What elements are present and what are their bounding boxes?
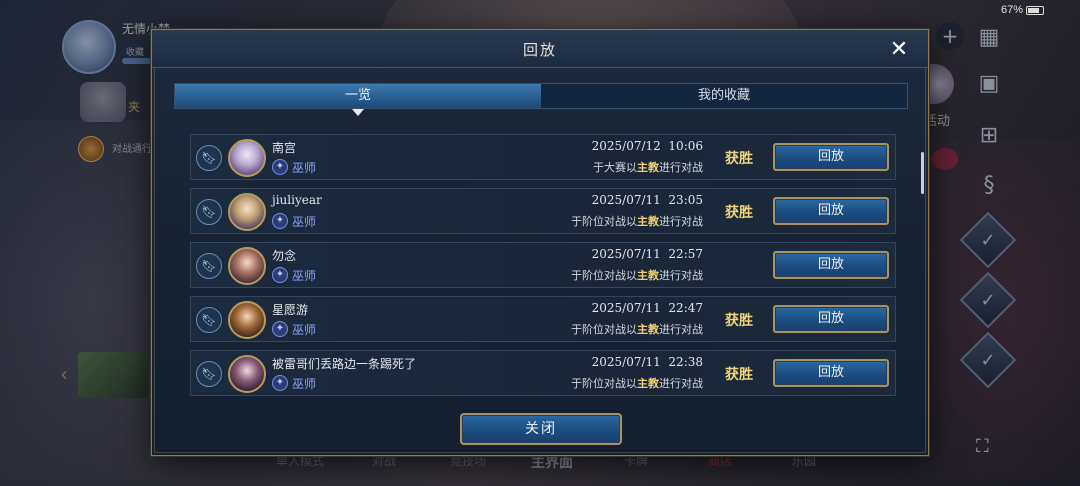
tab-pointer-icon [352,109,364,116]
replay-list[interactable]: 🔖︎ 南宫 ✦ 巫师 2025/07/12 10:06 于大赛以主教进行对战 获… [190,134,896,396]
dialog-header: 回放 ✕ [152,30,928,68]
close-button[interactable]: 关闭 [460,413,622,445]
tab-label: 我的收藏 [697,88,750,103]
replay-time: 2025/07/11 22:47 [591,301,703,315]
battery-icon [1026,5,1044,15]
class-name: 巫师 [292,215,317,229]
replay-button[interactable]: 回放 [773,143,889,171]
replay-button[interactable]: 回放 [773,197,889,225]
opponent-name: jiuliyear [272,193,322,207]
replay-row: 🔖︎ 勿念 ✦ 巫师 2025/07/11 22:57 于阶位对战以主教进行对战… [190,242,896,288]
wizard-class-icon: ✦ [272,213,288,229]
close-icon[interactable]: ✕ [886,37,912,63]
replay-row: 🔖︎ 被雷哥们丢路边一条踢死了 ✦ 巫师 2025/07/11 22:38 于阶… [190,350,896,396]
opponent-name: 勿念 [272,249,297,263]
bookmark-icon[interactable]: 🔖︎ [196,253,222,279]
replay-description: 于阶位对战以主教进行对战 [571,323,703,336]
replay-row: 🔖︎ 星愿游 ✦ 巫师 2025/07/11 22:47 于阶位对战以主教进行对… [190,296,896,342]
replay-button[interactable]: 回放 [773,251,889,279]
replay-button[interactable]: 回放 [773,359,889,387]
class-name: 巫师 [292,323,317,337]
result-label: 获胜 [725,151,753,167]
wizard-class-icon: ✦ [272,321,288,337]
bookmark-icon[interactable]: 🔖︎ [196,199,222,225]
replay-row: 🔖︎ 南宫 ✦ 巫师 2025/07/12 10:06 于大赛以主教进行对战 获… [190,134,896,180]
replay-description: 于阶位对战以主教进行对战 [571,215,703,228]
wizard-class-icon: ✦ [272,267,288,283]
replay-description: 于大赛以主教进行对战 [593,161,703,174]
result-label: 获胜 [725,367,753,383]
tab-overview[interactable]: 一览 [175,84,541,116]
result-label: 获胜 [725,313,753,329]
replay-time: 2025/07/11 22:57 [591,247,703,261]
class-name: 巫师 [292,161,317,175]
wizard-class-icon: ✦ [272,375,288,391]
replay-row: 🔖︎ jiuliyear ✦ 巫师 2025/07/11 23:05 于阶位对战… [190,188,896,234]
replay-dialog: 回放 ✕ 一览 我的收藏 🔖︎ 南宫 ✦ 巫师 2025/07/12 10:06… [151,29,929,456]
replay-button[interactable]: 回放 [773,305,889,333]
result-label: 获胜 [725,205,753,221]
class-name: 巫师 [292,269,317,283]
battery-percent: 67% [1000,4,1023,16]
opponent-avatar[interactable] [228,301,266,339]
replay-description: 于阶位对战以主教进行对战 [571,377,703,390]
list-scrollbar[interactable] [921,152,924,194]
opponent-name: 星愿游 [272,303,309,317]
bookmark-icon[interactable]: 🔖︎ [196,145,222,171]
opponent-name: 被雷哥们丢路边一条踢死了 [272,357,417,371]
dialog-title: 回放 [522,41,557,59]
replay-time: 2025/07/11 23:05 [591,193,703,207]
bookmark-icon[interactable]: 🔖︎ [196,361,222,387]
bookmark-icon[interactable]: 🔖︎ [196,307,222,333]
opponent-avatar[interactable] [228,139,266,177]
tab-my-favorites[interactable]: 我的收藏 [541,84,907,108]
tab-bar: 一览 我的收藏 [174,83,908,116]
battery-indicator: 67% [1001,4,1044,16]
wizard-class-icon: ✦ [272,159,288,175]
tab-label: 一览 [344,88,371,103]
opponent-name: 南宫 [272,141,297,155]
class-name: 巫师 [292,377,317,391]
replay-description: 于阶位对战以主教进行对战 [571,269,703,282]
replay-time: 2025/07/11 22:38 [591,355,703,369]
opponent-avatar[interactable] [228,355,266,393]
replay-time: 2025/07/12 10:06 [591,139,703,153]
opponent-avatar[interactable] [228,247,266,285]
opponent-avatar[interactable] [228,193,266,231]
